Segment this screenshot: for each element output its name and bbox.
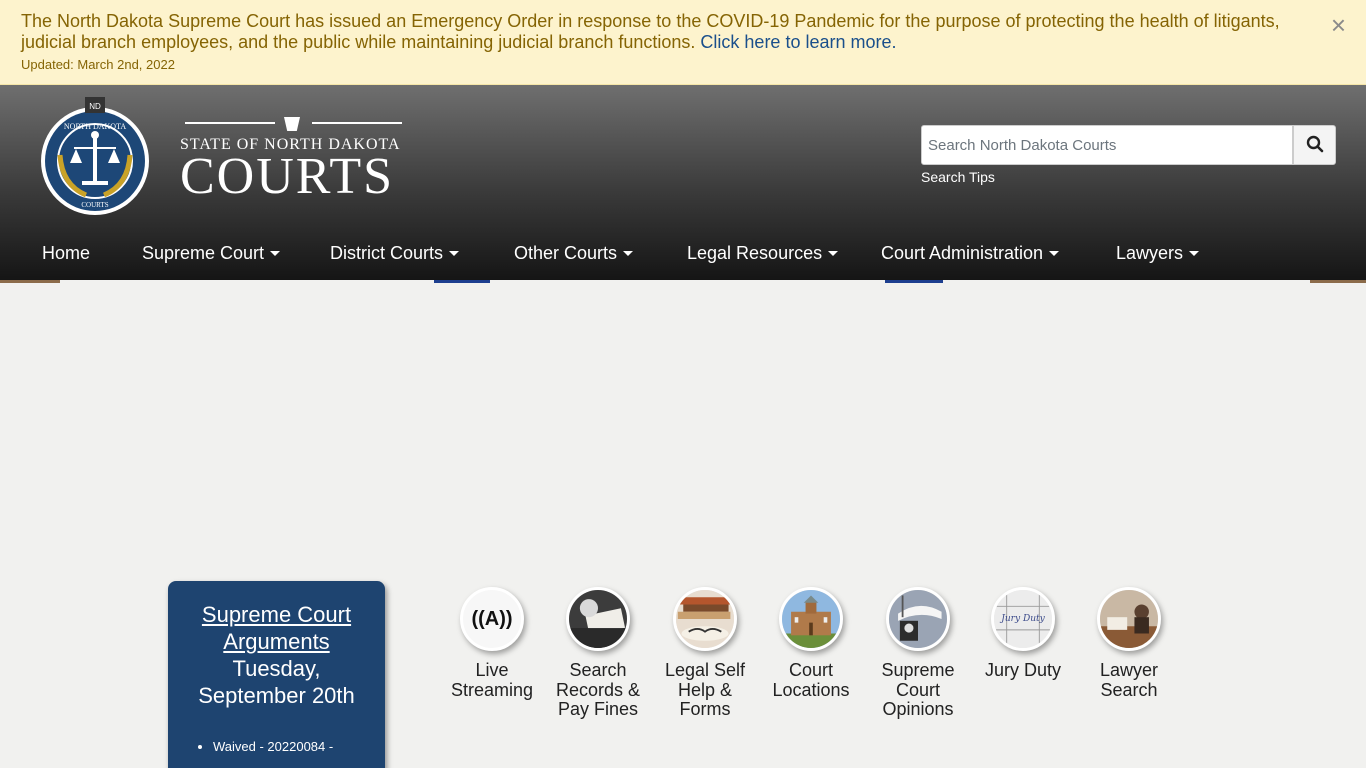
- alert-message: The North Dakota Supreme Court has issue…: [21, 11, 1280, 52]
- alert-learn-more-link[interactable]: Click here to learn more.: [700, 32, 896, 52]
- quick-link-label: Search Records & Pay Fines: [555, 660, 641, 719]
- emergency-alert: The North Dakota Supreme Court has issue…: [0, 0, 1366, 85]
- svg-text:ND: ND: [89, 102, 101, 111]
- search-icon: [1306, 135, 1323, 152]
- wordmark-rule: [180, 115, 402, 131]
- quick-link-label: Legal Self Help & Forms: [664, 660, 746, 719]
- alert-updated: Updated: March 2nd, 2022: [21, 57, 175, 72]
- calendar-icon: Jury Duty: [991, 587, 1055, 651]
- wordmark-courts: COURTS: [180, 148, 395, 205]
- site-wordmark[interactable]: STATE OF NORTH DAKOTA COURTS: [180, 115, 402, 205]
- seal-icon: ND NORTH DAKOTA COURTS: [41, 97, 149, 215]
- hero-image-edge: [0, 280, 1366, 283]
- quick-link-supreme-court-opinions[interactable]: Supreme Court Opinions: [863, 587, 973, 720]
- caret-down-icon: [449, 251, 460, 256]
- arguments-card-title[interactable]: Supreme Court Arguments: [176, 601, 377, 655]
- arguments-card-date: Tuesday, September 20th: [198, 656, 355, 708]
- quick-link-label: Court Locations: [772, 660, 850, 700]
- caret-down-icon: [623, 251, 634, 256]
- site-header: ND NORTH DAKOTA COURTS STATE OF NORTH DA…: [0, 85, 1366, 280]
- svg-text:COURTS: COURTS: [81, 201, 108, 209]
- svg-text:Jury Duty: Jury Duty: [999, 614, 1045, 624]
- alert-text: The North Dakota Supreme Court has issue…: [21, 11, 1306, 53]
- site-search: Search Tips: [921, 125, 1336, 185]
- caret-down-icon: [1049, 251, 1060, 256]
- arguments-list: Waived - 20220084 -: [213, 739, 377, 754]
- quick-link-legal-self-help[interactable]: Legal Self Help & Forms: [650, 587, 760, 720]
- nav-home[interactable]: Home: [42, 243, 90, 264]
- main-nav: Home Supreme Court District Courts Other…: [0, 233, 1366, 278]
- quick-link-label: Supreme Court Opinions: [881, 660, 955, 719]
- caret-down-icon: [828, 251, 839, 256]
- nav-other-courts[interactable]: Other Courts: [514, 243, 634, 264]
- caret-down-icon: [1189, 251, 1200, 256]
- quick-link-label: Live Streaming: [450, 660, 534, 700]
- nav-court-administration[interactable]: Court Administration: [881, 243, 1060, 264]
- search-input[interactable]: [921, 125, 1293, 165]
- list-item: Waived - 20220084 -: [213, 739, 377, 754]
- close-icon[interactable]: ×: [1331, 12, 1346, 38]
- search-button[interactable]: [1293, 125, 1336, 165]
- nav-lawyers[interactable]: Lawyers: [1116, 243, 1200, 264]
- live-streaming-icon: ((A)): [460, 587, 524, 651]
- books-icon: [673, 587, 737, 651]
- quick-link-live-streaming[interactable]: ((A)) Live Streaming: [437, 587, 547, 700]
- opinions-icon: [886, 587, 950, 651]
- quick-link-label: Jury Duty: [984, 660, 1062, 680]
- quick-link-jury-duty[interactable]: Jury Duty Jury Duty: [968, 587, 1078, 681]
- nav-legal-resources[interactable]: Legal Resources: [687, 243, 839, 264]
- quick-link-search-records[interactable]: Search Records & Pay Fines: [543, 587, 653, 720]
- caret-down-icon: [270, 251, 281, 256]
- search-tips-link[interactable]: Search Tips: [921, 169, 1293, 185]
- svg-text:NORTH DAKOTA: NORTH DAKOTA: [64, 122, 126, 131]
- nav-supreme-court[interactable]: Supreme Court: [142, 243, 281, 264]
- records-icon: [566, 587, 630, 651]
- courthouse-icon: [779, 587, 843, 651]
- quick-link-label: Lawyer Search: [1099, 660, 1159, 700]
- lawyer-icon: [1097, 587, 1161, 651]
- nav-district-courts[interactable]: District Courts: [330, 243, 460, 264]
- arguments-card: Supreme Court Arguments Tuesday, Septemb…: [168, 581, 385, 768]
- quick-link-court-locations[interactable]: Court Locations: [756, 587, 866, 700]
- quick-link-lawyer-search[interactable]: Lawyer Search: [1074, 587, 1184, 700]
- court-seal-logo[interactable]: ND NORTH DAKOTA COURTS: [38, 95, 152, 224]
